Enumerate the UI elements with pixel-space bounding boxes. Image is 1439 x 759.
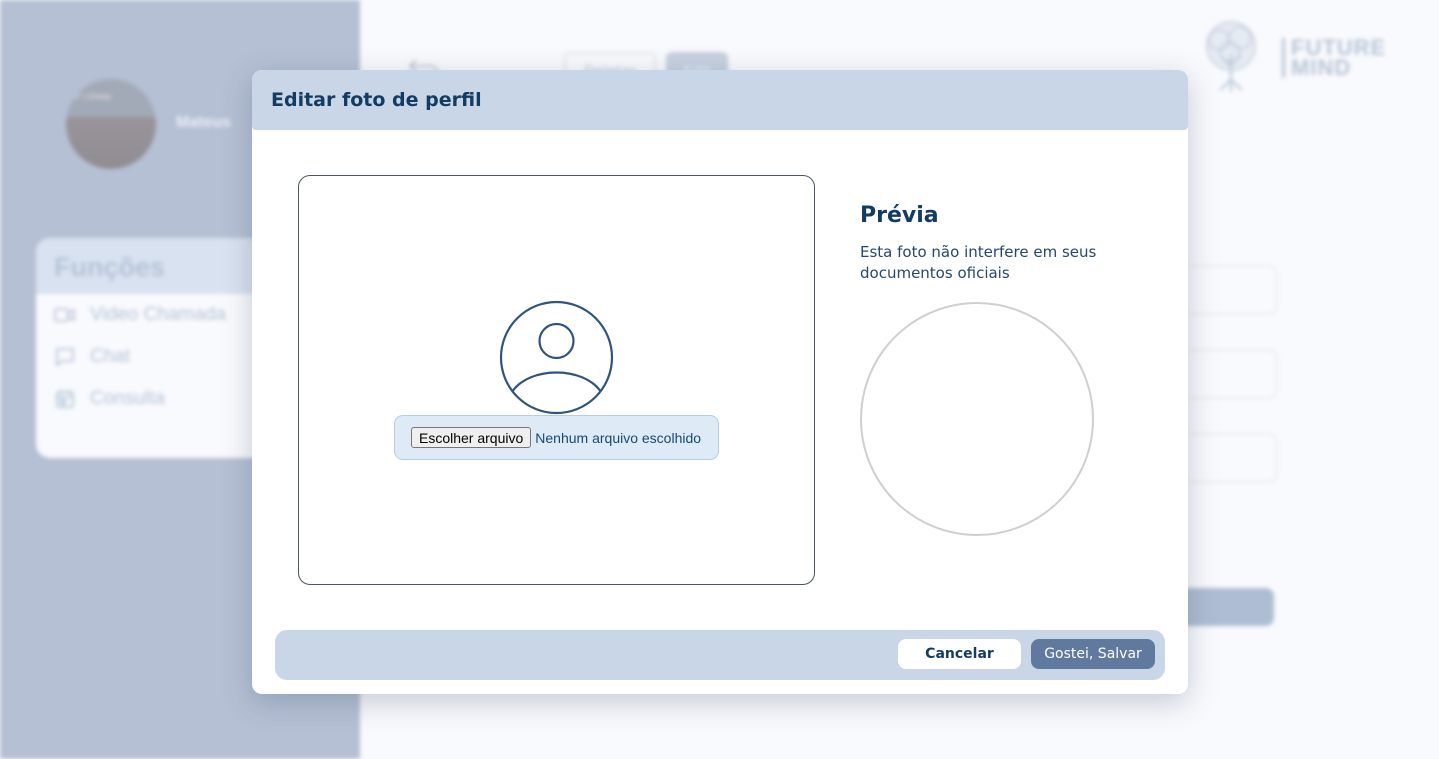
modal-footer: Cancelar Gostei, Salvar [275,630,1165,680]
file-status-text: Nenhum arquivo escolhido [535,429,702,446]
modal-header: Editar foto de perfil [252,70,1188,130]
save-button[interactable]: Gostei, Salvar [1031,639,1155,669]
user-avatar-icon [499,300,614,415]
choose-file-button[interactable]: Escolher arquivo [411,427,532,448]
edit-photo-modal: Editar foto de perfil Escolher arquivo N… [252,70,1188,694]
upload-area[interactable]: Escolher arquivo Nenhum arquivo escolhid… [298,175,815,585]
cancel-button[interactable]: Cancelar [898,639,1021,669]
preview-title: Prévia [860,203,939,228]
preview-description: Esta foto não interfere em seus document… [860,243,1097,282]
preview-circle [860,302,1094,536]
modal-title: Editar foto de perfil [271,89,482,111]
file-picker[interactable]: Escolher arquivo Nenhum arquivo escolhid… [394,415,719,460]
